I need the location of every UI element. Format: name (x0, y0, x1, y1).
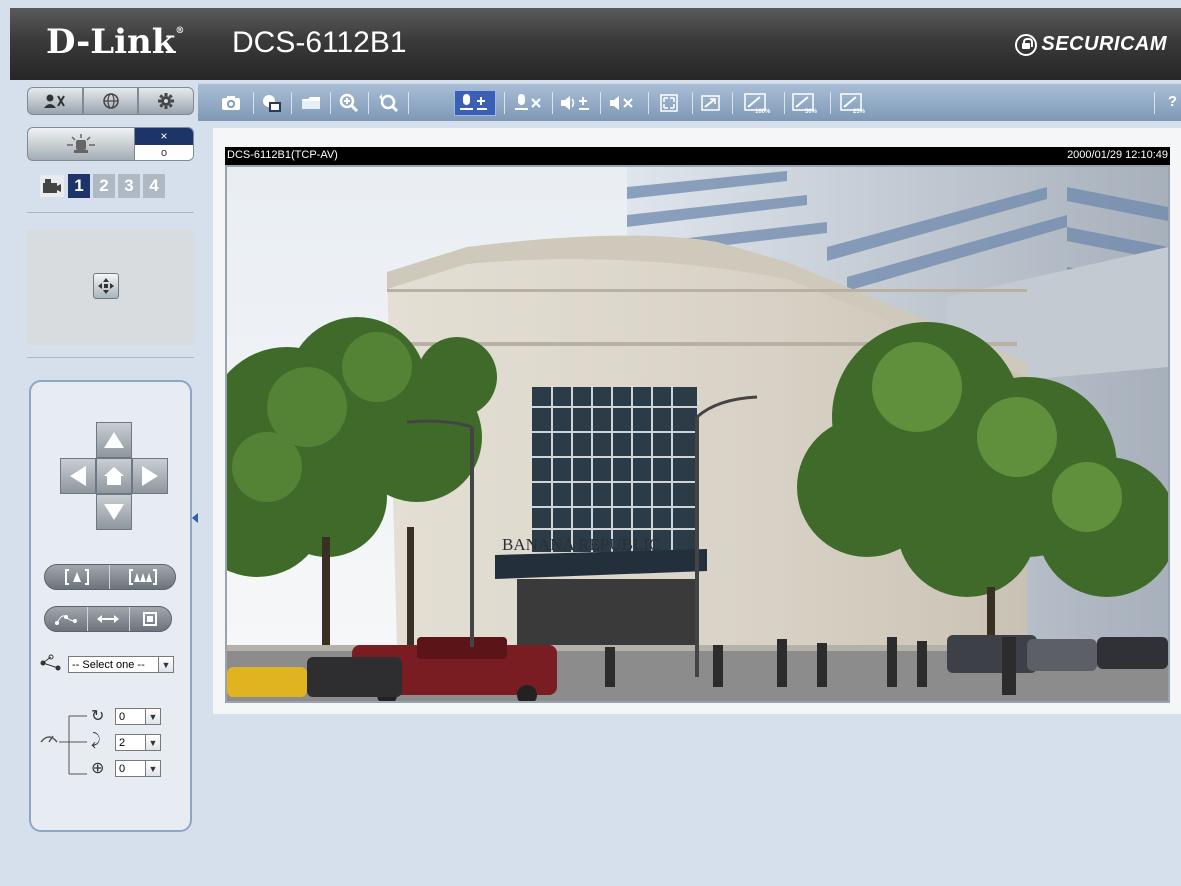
output-on[interactable]: o (135, 145, 193, 160)
network-button[interactable] (82, 87, 139, 115)
svg-text:BANANA REPUBLIC: BANANA REPUBLIC (502, 535, 660, 554)
move-arrows-icon (98, 278, 114, 294)
tilt-speed-select[interactable]: 2 ▼ (115, 734, 161, 751)
arrow-left-icon (70, 466, 86, 486)
help-icon[interactable]: ? (1168, 93, 1177, 110)
chevron-down-icon: ▼ (145, 761, 160, 776)
camera-model-title: DCS-6112B1 (232, 26, 407, 59)
home-button[interactable] (96, 458, 132, 494)
arrow-right-icon (142, 466, 158, 486)
preset-icon (40, 654, 62, 675)
pan-left-button[interactable] (60, 458, 96, 494)
digital-output-control: × o (27, 127, 194, 161)
stop-button[interactable] (130, 607, 171, 631)
video-caption-bar: DCS-6112B1(TCP-AV) 2000/01/29 12:10:49 (225, 147, 1170, 165)
stop-icon (143, 612, 158, 626)
output-state-toggle[interactable]: × o (135, 127, 194, 161)
siren-icon (67, 134, 95, 153)
home-icon (104, 467, 124, 485)
stream-selector: 1 2 3 4 (40, 174, 165, 198)
svg-text:100%: 100% (755, 109, 771, 114)
arrow-down-icon (104, 504, 124, 520)
svg-text:50%: 50% (805, 109, 818, 114)
global-view-panel (27, 230, 194, 345)
zoom-wide-icon (128, 569, 157, 585)
divider (27, 212, 194, 213)
zoom-out-button[interactable] (110, 565, 175, 589)
collapse-panel-icon[interactable] (192, 513, 198, 523)
zoom-restore-icon[interactable] (375, 90, 401, 116)
patrol-button[interactable] (45, 607, 89, 631)
stream-4-button[interactable]: 4 (143, 174, 165, 198)
pan-speed-icon: ↻ (91, 708, 105, 725)
zoom-tele-icon (65, 569, 89, 585)
stream-3-button[interactable]: 3 (118, 174, 140, 198)
horizontal-arrows-icon (97, 615, 120, 623)
nav-button-group (27, 87, 195, 115)
stream-1-button[interactable]: 1 (68, 174, 90, 198)
auto-pan-button[interactable] (88, 607, 130, 631)
microphone-plus-icon[interactable] (454, 90, 496, 116)
microphone-mute-icon[interactable] (510, 90, 546, 116)
size-50-icon[interactable]: 50% (790, 90, 824, 116)
resize-icon[interactable] (698, 90, 724, 116)
zoom-speed-icon: ⊕ (91, 760, 105, 777)
video-timestamp: 2000/01/29 12:10:49 (1067, 149, 1168, 161)
speaker-plus-icon[interactable] (558, 90, 594, 116)
tilt-up-button[interactable] (96, 422, 132, 458)
speed-icon (40, 715, 87, 775)
output-off[interactable]: × (135, 128, 193, 145)
securicam-logo: SECURICAM (1015, 33, 1167, 56)
camera-icon[interactable] (218, 90, 244, 116)
tilt-speed-icon: ⤸ (91, 732, 101, 749)
folder-icon[interactable] (298, 90, 324, 116)
zoom-speed-select[interactable]: 0 ▼ (115, 760, 161, 777)
stream-camera-icon (40, 175, 64, 197)
ptz-control-panel: -- Select one -- ▼ ↻ ⤸ ⊕ 0 ▼ 2 ▼ 0 ▼ (29, 380, 192, 832)
live-video-image: BANANA REPUBLIC (227, 167, 1168, 701)
chevron-down-icon: ▼ (145, 735, 160, 750)
patrol-pill (44, 606, 172, 632)
svg-text:25%: 25% (853, 109, 866, 114)
divider (27, 357, 194, 358)
gear-icon (158, 93, 175, 109)
lock-icon (1015, 33, 1038, 56)
live-video[interactable]: BANANA REPUBLIC (225, 165, 1170, 703)
header-bar: D-Link® DCS-6112B1 SECURICAM (10, 8, 1181, 80)
tilt-down-button[interactable] (96, 494, 132, 530)
speaker-mute-icon[interactable] (605, 90, 641, 116)
stream-2-button[interactable]: 2 (93, 174, 115, 198)
size-100-icon[interactable]: 100% (742, 90, 776, 116)
zoom-icon[interactable] (336, 90, 362, 116)
stream-name: DCS-6112B1(TCP-AV) (227, 149, 338, 161)
arrow-up-icon (104, 432, 124, 448)
speed-settings: ↻ ⤸ ⊕ 0 ▼ 2 ▼ 0 ▼ (39, 706, 179, 796)
preset-select[interactable]: -- Select one -- ▼ (68, 656, 174, 673)
preset-row: -- Select one -- ▼ (40, 654, 174, 675)
configuration-button[interactable] (138, 87, 195, 115)
pan-right-button[interactable] (132, 458, 168, 494)
chevron-down-icon: ▼ (145, 709, 160, 724)
pan-speed-select[interactable]: 0 ▼ (115, 708, 161, 725)
client-settings-button[interactable] (27, 87, 83, 115)
live-view-toolbar: 100% 50% 25% ? (198, 83, 1181, 121)
chevron-down-icon: ▼ (158, 657, 173, 672)
video-record-icon[interactable] (259, 90, 285, 116)
globe-icon (102, 93, 119, 109)
patrol-icon (55, 615, 78, 625)
zoom-pill (44, 564, 176, 590)
user-tools-icon (43, 94, 65, 108)
zoom-in-button[interactable] (45, 565, 110, 589)
size-25-icon[interactable]: 25% (838, 90, 872, 116)
global-view-button[interactable] (93, 273, 119, 299)
siren-button[interactable] (27, 127, 135, 161)
dlink-logo: D-Link® (46, 22, 185, 62)
fullscreen-icon[interactable] (656, 90, 682, 116)
